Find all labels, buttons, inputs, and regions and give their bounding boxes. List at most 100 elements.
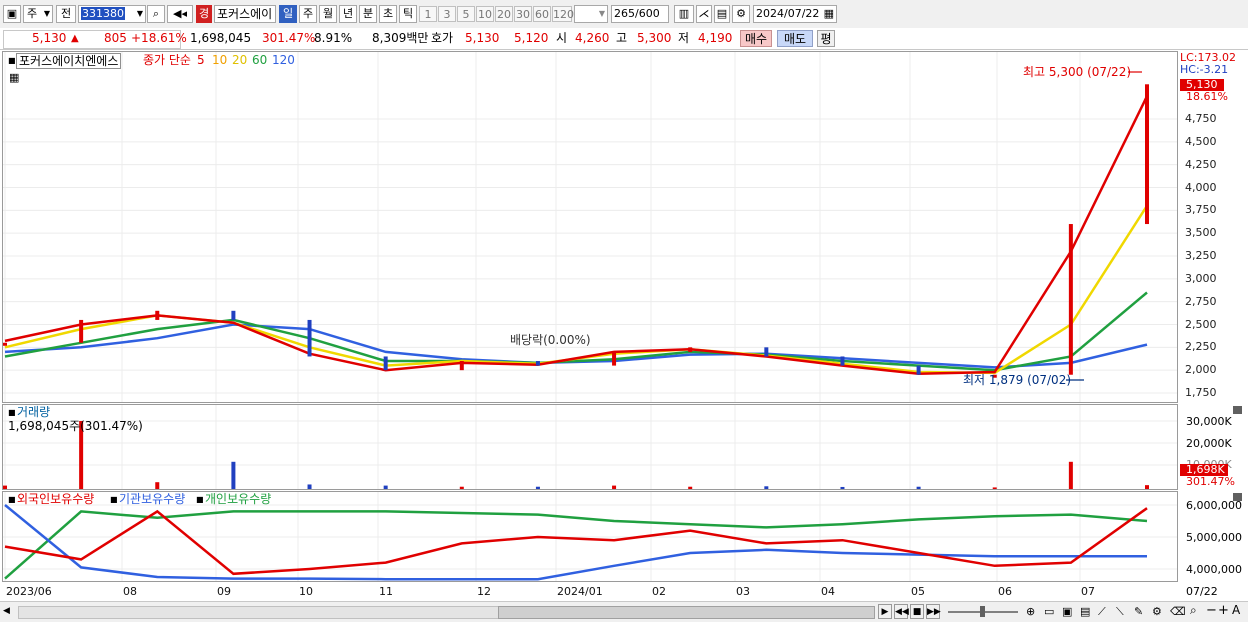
price-candle xyxy=(535,361,540,366)
draw-icon[interactable]: ✎ xyxy=(1134,604,1148,619)
high-annotation: 최고 5,300 (07/22) xyxy=(1023,65,1132,79)
legend-toggle-icon[interactable]: ■ xyxy=(8,406,16,420)
volume-bar xyxy=(155,482,160,489)
ma20-label: 20 xyxy=(232,53,248,67)
hc-label: HC:-3.21 xyxy=(1180,63,1229,76)
font-size-icon[interactable]: A xyxy=(1232,603,1244,618)
zoom-in-plus-icon[interactable]: + xyxy=(1218,603,1229,618)
price-tick: 3,500 xyxy=(1185,226,1217,240)
x-axis-label: 07 xyxy=(1081,585,1095,598)
price-tick: 2,250 xyxy=(1185,340,1217,354)
volume-current-pct: 301.47% xyxy=(1186,475,1235,488)
zoom-in-icon[interactable]: ⊕ xyxy=(1026,604,1040,619)
volume-bar xyxy=(3,485,7,489)
rewind-icon[interactable]: ◀◀ xyxy=(894,604,909,619)
legend-toggle-icon[interactable]: ■ xyxy=(8,54,16,68)
x-axis-label: 2024/01 xyxy=(557,585,603,598)
stock-series-label[interactable]: 포커스에이치엔에스 xyxy=(16,53,122,69)
volume-bar xyxy=(1068,461,1073,489)
volume-bar xyxy=(1145,485,1149,489)
ma20-line xyxy=(4,205,1149,375)
dividend-annotation: 배당락(0.00%) xyxy=(510,333,591,347)
price-tick: 2,000 xyxy=(1185,363,1217,377)
volume-bar xyxy=(535,486,540,489)
ma5-label: 5 xyxy=(197,53,205,67)
x-axis-label: 05 xyxy=(911,585,925,598)
zoom-out-icon[interactable]: − xyxy=(1206,603,1217,618)
volume-bar xyxy=(307,484,312,489)
legend-toggle-icon[interactable]: ■ xyxy=(196,493,204,507)
price-tick: 4,250 xyxy=(1185,157,1217,171)
price-candle xyxy=(916,365,921,375)
volume-bar xyxy=(231,461,236,489)
ma-label: 종가 단순 xyxy=(143,53,191,67)
erase-icon[interactable]: ⌫ xyxy=(1170,604,1186,619)
scroll-right-icon[interactable]: ▶ xyxy=(878,604,892,619)
x-axis-label: 08 xyxy=(123,585,137,598)
volume-bar xyxy=(459,486,464,489)
price-candle xyxy=(459,361,464,371)
scrollbar-thumb[interactable] xyxy=(498,606,875,619)
x-axis-label: 04 xyxy=(821,585,835,598)
price-tick: 4,750 xyxy=(1185,112,1217,125)
layout-icon[interactable]: ▭ xyxy=(1044,604,1058,619)
volume-bar xyxy=(688,486,693,489)
x-axis-label: 06 xyxy=(998,585,1012,598)
search-icon[interactable]: ⌕ xyxy=(1190,603,1204,618)
price-candle xyxy=(383,356,388,371)
holding-tick: 5,000,000 xyxy=(1186,531,1242,544)
grid-icon[interactable]: ▤ xyxy=(1080,604,1094,619)
price-candle xyxy=(79,319,84,343)
price-candle xyxy=(1145,84,1149,225)
x-axis-label: 2023/06 xyxy=(6,585,52,598)
window-icon[interactable]: ▣ xyxy=(1062,604,1076,619)
price-candle xyxy=(3,342,7,346)
x-axis-label: 02 xyxy=(652,585,666,598)
volume-title: 거래량 xyxy=(17,405,51,419)
volume-bar xyxy=(916,486,921,489)
volume-readout: 1,698,045주(301.47%) xyxy=(8,419,143,433)
price-tick: 3,250 xyxy=(1185,249,1217,262)
price-tick: 1,750 xyxy=(1185,386,1217,399)
ma120-label: 120 xyxy=(272,53,295,67)
price-candle xyxy=(688,347,693,352)
holding-tick: 6,000,000 xyxy=(1186,499,1242,512)
price-tick: 4,000 xyxy=(1185,180,1217,194)
price-candle xyxy=(155,310,160,320)
volume-tick: 20,000K xyxy=(1186,437,1232,450)
price-tick: 4,500 xyxy=(1185,134,1217,148)
volume-bar xyxy=(992,487,997,489)
price-candle xyxy=(231,310,236,320)
ma60-label: 60 xyxy=(252,53,268,67)
panel-close-icon[interactable] xyxy=(1233,406,1242,414)
chart-canvas xyxy=(3,52,1177,581)
price-candle xyxy=(764,347,769,357)
ma10-label: 10 xyxy=(212,53,228,67)
price-tick: 3,000 xyxy=(1185,271,1217,285)
volume-bar xyxy=(840,486,845,489)
legend-toggle-icon[interactable]: ■ xyxy=(110,493,118,507)
line-icon[interactable]: ⟍ xyxy=(1116,604,1130,619)
trend-icon[interactable]: ⟋ xyxy=(1098,604,1112,619)
institution-holding-label: 기관보유수량 xyxy=(119,492,186,506)
x-axis-label: 03 xyxy=(736,585,750,598)
volume-tick: 30,000K xyxy=(1186,415,1232,428)
volume-bar xyxy=(612,485,617,489)
current-pct-tag: 18.61% xyxy=(1186,90,1228,103)
x-axis-label: 10 xyxy=(299,585,313,598)
x-axis-label: 12 xyxy=(477,585,491,598)
price-tick: 3,750 xyxy=(1185,203,1217,217)
zoom-slider-handle[interactable] xyxy=(980,606,985,617)
low-annotation: 최저 1,879 (07/02) xyxy=(963,373,1072,387)
price-candle xyxy=(307,319,312,357)
volume-bar xyxy=(764,486,769,489)
scroll-left-icon[interactable]: ◀ xyxy=(3,605,15,618)
foreign-holding-label: 외국인보유수량 xyxy=(17,492,95,506)
volume-bar xyxy=(383,485,388,489)
legend-toggle-icon[interactable]: ■ xyxy=(8,493,16,507)
price-tick: 2,500 xyxy=(1185,317,1217,331)
table-icon[interactable]: ▦ xyxy=(9,71,19,85)
settings-icon[interactable]: ⚙ xyxy=(1152,604,1166,619)
fast-forward-icon[interactable]: ▶▶ xyxy=(926,604,941,619)
stop-icon[interactable]: ■ xyxy=(910,604,924,619)
